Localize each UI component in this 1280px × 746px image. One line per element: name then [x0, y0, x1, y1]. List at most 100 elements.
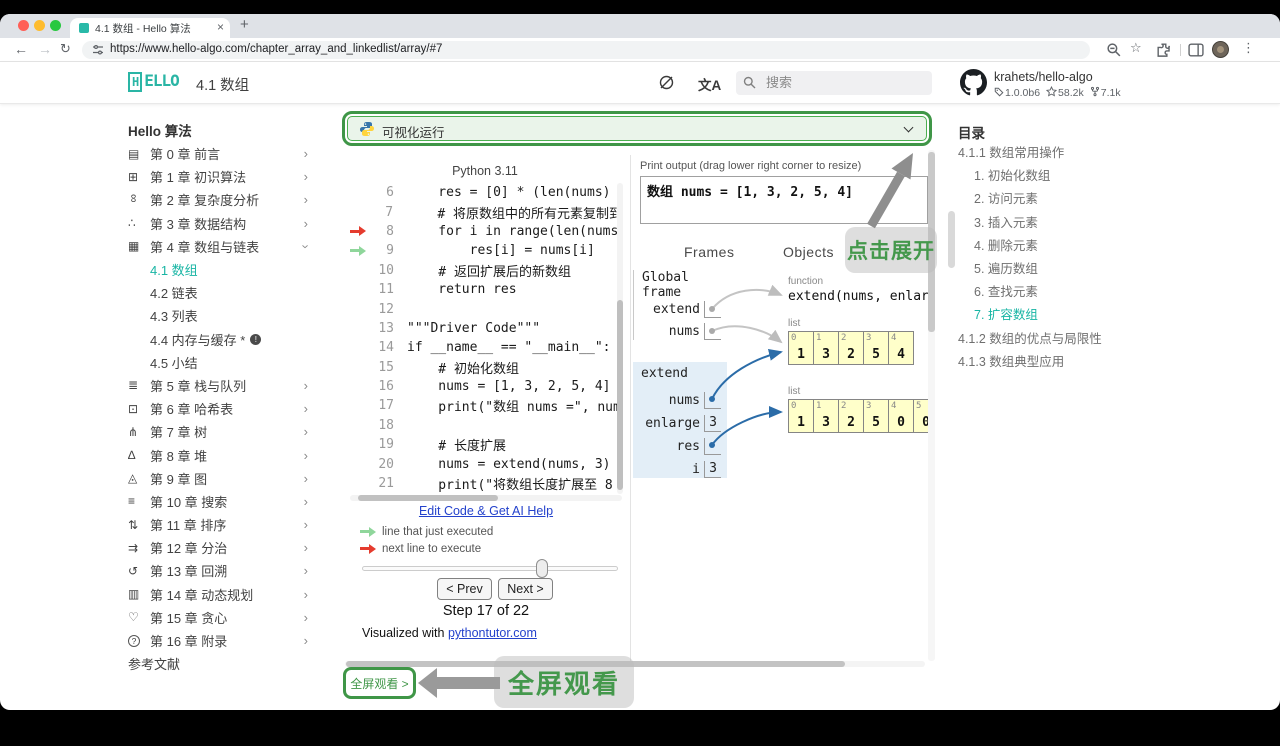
chapter-label: 第 13 章 回溯 [150, 564, 228, 580]
sidebar-chapter-item[interactable]: ⊡ 第 6 章 哈希表 › [128, 397, 314, 420]
chapter-icon: ⋔ [128, 424, 139, 439]
zoom-level-icon[interactable] [1106, 42, 1122, 58]
cell-value: 0 [897, 415, 905, 430]
sidebar-chapter-item[interactable]: ▦ 第 4 章 数组与链表 › [128, 235, 314, 258]
list-cell: 1 3 [813, 399, 839, 433]
new-tab-button[interactable]: + [240, 16, 249, 33]
step-slider-thumb[interactable] [536, 559, 548, 578]
minimize-window-button[interactable] [34, 20, 45, 31]
line-number: 12 [378, 301, 394, 317]
sidebar-chapter-item[interactable]: ↺ 第 13 章 回溯 › [128, 559, 314, 582]
toc-item[interactable]: 3. 插入元素 [958, 210, 1168, 233]
step-slider-track[interactable] [362, 566, 618, 571]
sidebar-section-item[interactable]: 4.1 数组 [128, 258, 314, 281]
site-settings-icon[interactable] [92, 44, 104, 56]
toc-item[interactable]: 4.1.1 数组常用操作 [958, 140, 1168, 163]
sidebar-chapter-item[interactable]: ⊞ 第 1 章 初识算法 › [128, 165, 314, 188]
variable-value-cell [704, 323, 721, 340]
sidebar-chapter-item[interactable]: ≡ 第 10 章 搜索 › [128, 490, 314, 513]
bookmark-star-icon[interactable]: ☆ [1130, 40, 1146, 56]
line-number: 8 [386, 223, 394, 239]
toc-item[interactable]: 1. 初始化数组 [958, 163, 1168, 186]
sidebar-chapter-item[interactable]: ∆ 第 8 章 堆 › [128, 443, 314, 466]
translate-icon[interactable]: 文A [698, 74, 721, 94]
address-bar[interactable]: https://www.hello-algo.com/chapter_array… [82, 41, 1090, 59]
sidebar-chapter-item[interactable]: ≣ 第 5 章 栈与队列 › [128, 374, 314, 397]
sidebar-chapter-item[interactable]: ∴ 第 3 章 数据结构 › [128, 212, 314, 235]
toc-item[interactable]: 2. 访问元素 [958, 186, 1168, 209]
extensions-icon[interactable] [1156, 42, 1172, 58]
sidebar-chapter-item[interactable]: ? 第 16 章 附录 › [128, 629, 314, 652]
python-icon [360, 122, 374, 136]
cell-value: 2 [847, 347, 855, 362]
browser-menu-icon[interactable]: ⋮ [1242, 40, 1258, 56]
fullscreen-link[interactable]: 全屏观看 > [346, 670, 413, 696]
sidebar-section-item[interactable]: 4.4 内存与缓存 * ! [128, 328, 314, 351]
reload-icon[interactable]: ↻ [60, 41, 71, 57]
sidebar-chapter-item[interactable]: ▤ 第 0 章 前言 › [128, 142, 314, 165]
forward-icon[interactable]: → [38, 41, 52, 57]
browser-tab[interactable]: 4.1 数组 - Hello 算法 × [70, 18, 230, 38]
line-number: 15 [378, 359, 394, 375]
fork-icon [1090, 86, 1099, 97]
toc-item[interactable]: 7. 扩容数组 [958, 302, 1168, 325]
sidebar-item-references[interactable]: 参考文献 [128, 652, 314, 675]
browser-tab-bar: 4.1 数组 - Hello 算法 × + [0, 14, 1280, 38]
chapter-label: 第 10 章 搜索 [150, 494, 228, 510]
hello-algo-logo[interactable]: H ELLO [128, 71, 180, 92]
sidebar-site-name[interactable]: Hello 算法 [128, 120, 314, 142]
cell-index: 0 [791, 333, 797, 343]
sidebar-chapter-item[interactable]: ⇅ 第 11 章 排序 › [128, 513, 314, 536]
cell-index: 3 [866, 401, 872, 411]
github-repo-widget[interactable]: krahets/hello-algo 1.0.0b6 58.2k 7.1k [960, 69, 1170, 99]
chapter-label: 第 12 章 分治 [150, 541, 228, 557]
side-panel-icon[interactable] [1188, 42, 1204, 58]
sidebar-chapter-item[interactable]: ⋔ 第 7 章 树 › [128, 420, 314, 443]
code-vertical-scrollbar[interactable] [617, 183, 623, 494]
toc-scrollbar[interactable] [948, 211, 955, 268]
sidebar-chapter-item[interactable]: ♡ 第 15 章 贪心 › [128, 606, 314, 629]
chapter-icon: ∞ [127, 193, 141, 203]
toc-item[interactable]: 5. 遍历数组 [958, 256, 1168, 279]
prev-step-button[interactable]: < Prev [437, 578, 492, 600]
code-line: 11 return res [350, 280, 622, 299]
chapter-icon: ▥ [128, 587, 140, 602]
toc-item[interactable]: 4. 删除元素 [958, 233, 1168, 256]
sidebar-chapter-item[interactable]: ∞ 第 2 章 复杂度分析 › [127, 188, 314, 211]
sidebar-section-item[interactable]: 4.2 链表 [128, 281, 314, 304]
close-tab-icon[interactable]: × [217, 20, 224, 34]
tab-title: 4.1 数组 - Hello 算法 [95, 23, 191, 35]
zoom-window-button[interactable] [50, 20, 61, 31]
next-step-button[interactable]: Next > [498, 578, 553, 600]
theme-toggle-icon[interactable] [658, 74, 675, 91]
pythontutor-link[interactable]: pythontutor.com [448, 626, 537, 640]
code-horizontal-scrollbar[interactable] [350, 495, 622, 501]
legend-row: next line to execute [360, 540, 620, 557]
sidebar-section-item[interactable]: 4.3 列表 [128, 304, 314, 327]
profile-avatar[interactable] [1212, 41, 1229, 58]
edit-code-link[interactable]: Edit Code & Get AI Help [350, 504, 622, 518]
variable-value-cell: 3 [704, 415, 721, 432]
visual-run-panel-header[interactable]: 可视化运行 [347, 116, 927, 141]
legend-label: next line to execute [382, 542, 482, 555]
toc-item[interactable]: 4.1.3 数组典型应用 [958, 349, 1168, 372]
chevron-right-icon: › [303, 215, 308, 231]
search-input[interactable] [764, 73, 914, 91]
sidebar-chapter-item[interactable]: ◬ 第 9 章 图 › [128, 467, 314, 490]
toc-item[interactable]: 6. 查找元素 [958, 279, 1168, 302]
extend-frame: extend nums enlarge 3 res i 3 [633, 362, 727, 478]
sidebar-chapter-item[interactable]: ▥ 第 14 章 动态规划 › [128, 583, 314, 606]
line-number: 6 [386, 185, 394, 201]
chevron-right-icon: › [303, 586, 308, 602]
sidebar-chapter-item[interactable]: ⇉ 第 12 章 分治 › [128, 536, 314, 559]
sidebar-section-item[interactable]: 4.5 小结 [128, 351, 314, 374]
frame-label: extend [641, 366, 688, 381]
chevron-right-icon: › [303, 401, 308, 417]
toc-item[interactable]: 4.1.2 数组的优点与局限性 [958, 326, 1168, 349]
variable-value-cell [704, 392, 721, 409]
back-icon[interactable]: ← [14, 41, 28, 57]
search-box[interactable] [736, 71, 932, 95]
frame-variable-row: nums [641, 386, 727, 409]
close-window-button[interactable] [18, 20, 29, 31]
cell-value: 1 [797, 415, 805, 430]
